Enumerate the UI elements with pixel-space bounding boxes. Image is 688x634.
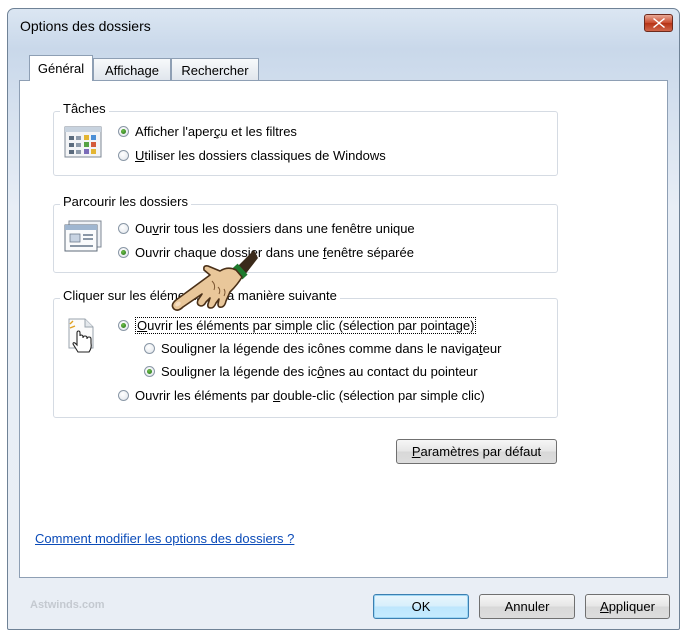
- ok-button[interactable]: OK: [373, 594, 469, 619]
- option-double-clic[interactable]: Ouvrir les éléments par double-clic (sél…: [118, 388, 485, 403]
- tab-general-label: Général: [37, 61, 85, 76]
- tab-affichage[interactable]: Affichage: [93, 58, 171, 81]
- option-afficher-apercu[interactable]: Afficher l'aperçu et les filtres: [118, 124, 297, 139]
- apply-label: Appliquer: [600, 599, 655, 614]
- option-souligner-navigateur[interactable]: Souligner la légende des icônes comme da…: [144, 341, 501, 356]
- restore-defaults-button[interactable]: Paramètres par défaut: [396, 439, 557, 464]
- ok-label: OK: [411, 599, 431, 614]
- cancel-button[interactable]: Annuler: [479, 594, 575, 619]
- folder-tasks-icon: [64, 126, 102, 161]
- option-label: Souligner la légende des icônes au conta…: [161, 364, 478, 379]
- radio-souligner-navigateur[interactable]: [144, 343, 155, 354]
- radio-simple-clic[interactable]: [118, 320, 129, 331]
- radio-fenetre-unique[interactable]: [118, 223, 129, 234]
- tab-rechercher[interactable]: Rechercher: [171, 58, 259, 81]
- watermark: Astwinds.com: [30, 599, 105, 611]
- radio-souligner-pointeur[interactable]: [144, 366, 155, 377]
- hand-cursor-icon: [65, 318, 101, 359]
- help-link[interactable]: Comment modifier les options des dossier…: [35, 531, 294, 546]
- option-fenetre-unique[interactable]: Ouvrir tous les dossiers dans une fenêtr…: [118, 221, 415, 236]
- radio-double-clic[interactable]: [118, 390, 129, 401]
- option-dossiers-classiques[interactable]: Utiliser les dossiers classiques de Wind…: [118, 148, 386, 163]
- radio-afficher-apercu[interactable]: [118, 126, 129, 137]
- group-parcourir-title: Parcourir les dossiers: [60, 194, 191, 209]
- close-button[interactable]: [644, 14, 673, 32]
- group-taches-title: Tâches: [60, 101, 109, 116]
- option-label: Ouvrir tous les dossiers dans une fenêtr…: [135, 221, 415, 236]
- close-icon: [652, 18, 665, 28]
- option-label: Utiliser les dossiers classiques de Wind…: [135, 148, 386, 163]
- pointing-hand-icon: [158, 244, 258, 327]
- option-label: Souligner la légende des icônes comme da…: [161, 341, 502, 356]
- tab-general[interactable]: Général: [29, 55, 93, 81]
- window-title: Options des dossiers: [20, 18, 151, 34]
- apply-button[interactable]: Appliquer: [585, 594, 670, 619]
- tab-rechercher-label: Rechercher: [181, 62, 249, 78]
- radio-dossiers-classiques[interactable]: [118, 150, 129, 161]
- option-label: Ouvrir les éléments par double-clic (sél…: [135, 388, 485, 403]
- group-taches: [53, 111, 558, 176]
- restore-defaults-label: Paramètres par défaut: [411, 444, 542, 459]
- tab-affichage-label: Affichage: [105, 62, 159, 78]
- option-label: Afficher l'aperçu et les filtres: [135, 124, 297, 139]
- group-parcourir: [53, 204, 558, 273]
- radio-fenetre-separee[interactable]: [118, 247, 129, 258]
- option-souligner-pointeur[interactable]: Souligner la légende des icônes au conta…: [144, 364, 478, 379]
- cancel-label: Annuler: [504, 599, 550, 614]
- window-icon: [64, 220, 102, 255]
